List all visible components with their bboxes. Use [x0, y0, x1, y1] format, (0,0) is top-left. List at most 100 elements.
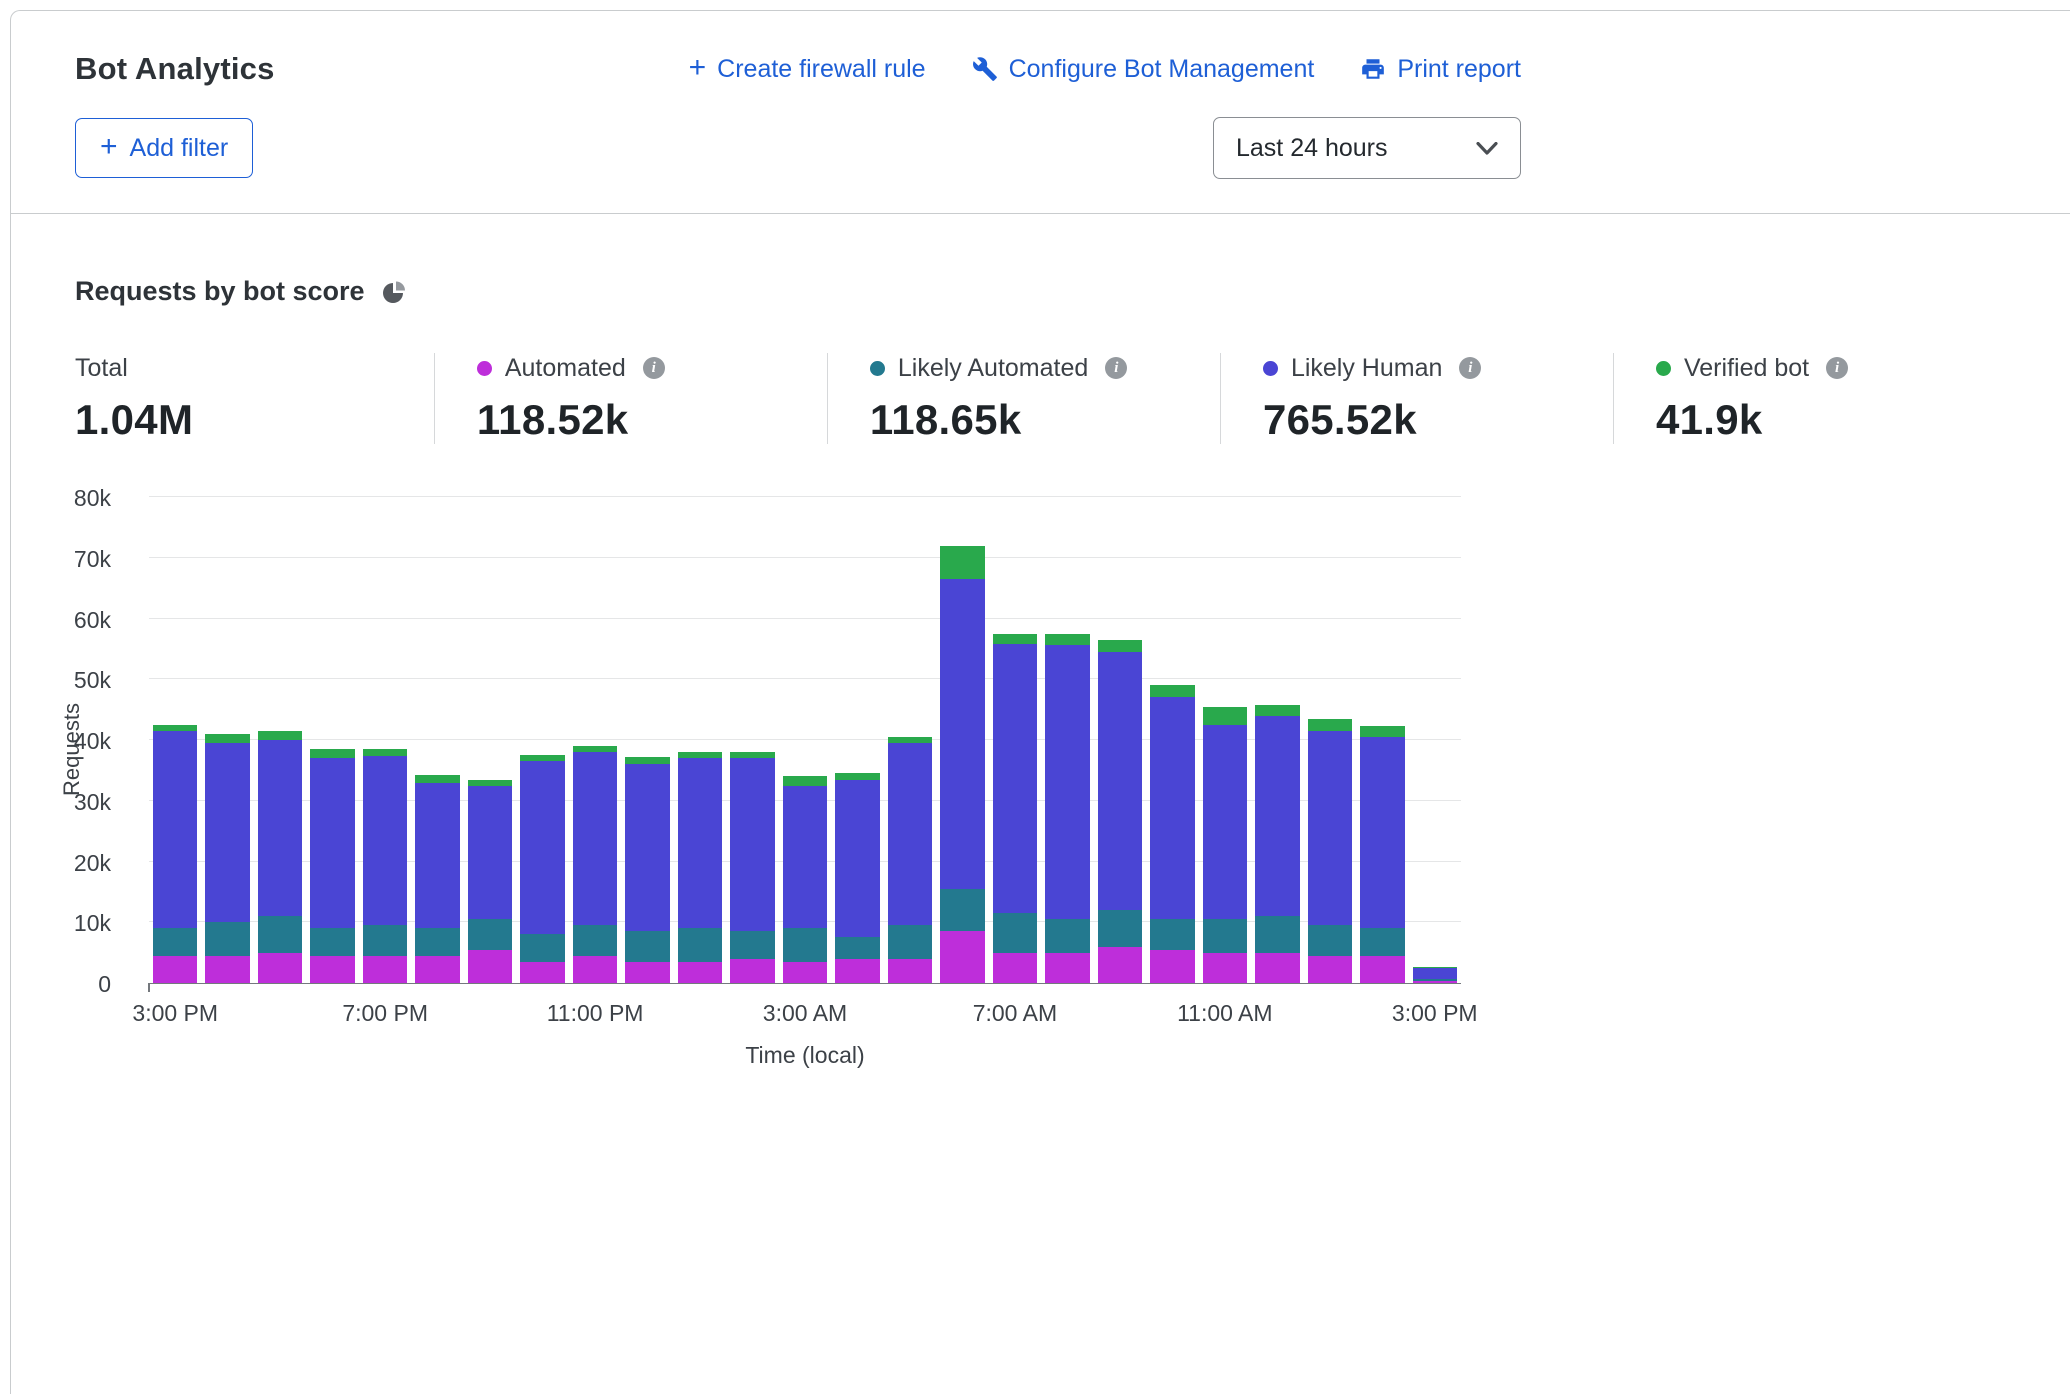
- stacked-bar[interactable]: [940, 546, 984, 983]
- stacked-bar[interactable]: [835, 773, 879, 983]
- stacked-bar[interactable]: [783, 776, 827, 983]
- add-filter-button[interactable]: + Add filter: [75, 118, 253, 178]
- bar-segment-likely-human: [1098, 652, 1142, 910]
- bar-segment-likely-automated: [940, 889, 984, 932]
- stacked-bar[interactable]: [520, 755, 564, 983]
- filter-row: + Add filter Last 24 hours: [75, 117, 1521, 179]
- stacked-bar[interactable]: [258, 731, 302, 983]
- bar-segment-likely-automated: [1150, 919, 1194, 949]
- bar-segment-likely-automated: [678, 928, 722, 961]
- likely-human-color-dot: [1263, 361, 1278, 376]
- stat-automated: Automated i 118.52k: [434, 353, 827, 444]
- bar-segment-likely-automated: [1255, 916, 1299, 952]
- create-firewall-rule-label: Create firewall rule: [717, 55, 925, 84]
- time-range-value: Last 24 hours: [1236, 134, 1388, 163]
- bar-segment-likely-human: [363, 756, 407, 925]
- bar-segment-likely-automated: [888, 925, 932, 958]
- stacked-bar[interactable]: [625, 757, 669, 983]
- info-icon[interactable]: i: [1826, 357, 1848, 379]
- bar-segment-automated: [1255, 953, 1299, 983]
- stat-verified-bot-value: 41.9k: [1656, 396, 2006, 444]
- bar-segment-verified-bot: [205, 734, 249, 743]
- bar-segment-automated: [468, 950, 512, 983]
- stat-verified-bot-label: Verified bot: [1684, 353, 1809, 383]
- bar-segment-likely-human: [783, 786, 827, 929]
- stacked-bar[interactable]: [888, 737, 932, 983]
- bar-segment-automated: [993, 953, 1037, 983]
- bar-segment-likely-human: [520, 761, 564, 934]
- section-title-row: Requests by bot score: [75, 276, 2006, 307]
- bar-segment-automated: [940, 931, 984, 983]
- x-axis-tick-labels: 3:00 PM7:00 PM11:00 PM3:00 AM7:00 AM11:0…: [65, 1000, 2006, 1030]
- configure-bot-management-link[interactable]: Configure Bot Management: [972, 55, 1315, 84]
- stacked-bar[interactable]: [205, 734, 249, 983]
- info-icon[interactable]: i: [643, 357, 665, 379]
- bot-analytics-panel: Bot Analytics + Create firewall rule Con…: [10, 10, 2070, 1394]
- bar-segment-automated: [415, 956, 459, 983]
- bar-segment-likely-human: [153, 731, 197, 928]
- bar-segment-likely-automated: [468, 919, 512, 949]
- y-tick-label: 0: [98, 970, 111, 998]
- x-tick-label: 7:00 PM: [342, 1000, 428, 1027]
- bar-segment-automated: [310, 956, 354, 983]
- bar-segment-likely-human: [888, 743, 932, 925]
- stacked-bar[interactable]: [1308, 719, 1352, 983]
- y-tick-label: 40k: [74, 727, 111, 755]
- bar-segment-automated: [888, 959, 932, 983]
- stacked-bar[interactable]: [993, 634, 1037, 983]
- info-icon[interactable]: i: [1459, 357, 1481, 379]
- time-range-select[interactable]: Last 24 hours: [1213, 117, 1521, 179]
- bar-segment-likely-automated: [1308, 925, 1352, 955]
- stacked-bar[interactable]: [1413, 967, 1457, 983]
- verified-bot-color-dot: [1656, 361, 1671, 376]
- bar-segment-likely-automated: [153, 928, 197, 955]
- stacked-bar[interactable]: [1098, 640, 1142, 983]
- info-icon[interactable]: i: [1105, 357, 1127, 379]
- create-firewall-rule-link[interactable]: + Create firewall rule: [689, 54, 926, 84]
- bar-segment-likely-human: [258, 740, 302, 916]
- bar-segment-likely-human: [468, 786, 512, 920]
- bar-segment-likely-automated: [730, 931, 774, 958]
- stat-likely-automated: Likely Automated i 118.65k: [827, 353, 1220, 444]
- axis-origin-tick: [148, 983, 150, 992]
- bar-segment-automated: [1413, 981, 1457, 983]
- stacked-bar[interactable]: [678, 752, 722, 983]
- stacked-bar[interactable]: [1255, 705, 1299, 983]
- bar-segment-likely-human: [625, 764, 669, 931]
- stacked-bar[interactable]: [1045, 634, 1089, 983]
- stacked-bar[interactable]: [153, 725, 197, 983]
- stat-likely-human-value: 765.52k: [1263, 396, 1613, 444]
- add-filter-label: Add filter: [130, 134, 229, 163]
- bar-segment-automated: [573, 956, 617, 983]
- bar-segment-likely-human: [1203, 725, 1247, 919]
- stacked-bar[interactable]: [1360, 726, 1404, 983]
- stacked-bar[interactable]: [1203, 707, 1247, 983]
- stacked-bar[interactable]: [573, 746, 617, 983]
- print-report-link[interactable]: Print report: [1360, 55, 1521, 84]
- bar-segment-automated: [730, 959, 774, 983]
- x-tick-label: 3:00 PM: [132, 1000, 218, 1027]
- bar-segment-likely-human: [730, 758, 774, 931]
- stacked-bar[interactable]: [415, 775, 459, 983]
- stacked-bar[interactable]: [1150, 685, 1194, 983]
- configure-bot-management-label: Configure Bot Management: [1009, 55, 1315, 84]
- panel-header: Bot Analytics + Create firewall rule Con…: [11, 11, 2070, 214]
- stat-likely-human: Likely Human i 765.52k: [1220, 353, 1613, 444]
- stacked-bar[interactable]: [363, 749, 407, 983]
- bar-segment-automated: [1360, 956, 1404, 983]
- stat-likely-automated-value: 118.65k: [870, 396, 1220, 444]
- stat-automated-label: Automated: [505, 353, 626, 383]
- x-axis-title: Time (local): [149, 1042, 1461, 1069]
- bar-segment-verified-bot: [1150, 685, 1194, 697]
- stacked-bar[interactable]: [730, 752, 774, 983]
- pie-chart-icon: [381, 279, 407, 305]
- stacked-bar[interactable]: [468, 780, 512, 983]
- bar-segment-verified-bot: [258, 731, 302, 740]
- stacked-bar[interactable]: [310, 749, 354, 983]
- bar-segment-verified-bot: [415, 775, 459, 782]
- plot-area: [149, 498, 1461, 984]
- stat-likely-automated-label: Likely Automated: [898, 353, 1088, 383]
- requests-by-bot-score-chart: Requests 010k20k30k40k50k60k70k80k 3:00 …: [65, 484, 2006, 1104]
- bar-segment-automated: [1045, 953, 1089, 983]
- bar-segment-verified-bot: [1360, 726, 1404, 737]
